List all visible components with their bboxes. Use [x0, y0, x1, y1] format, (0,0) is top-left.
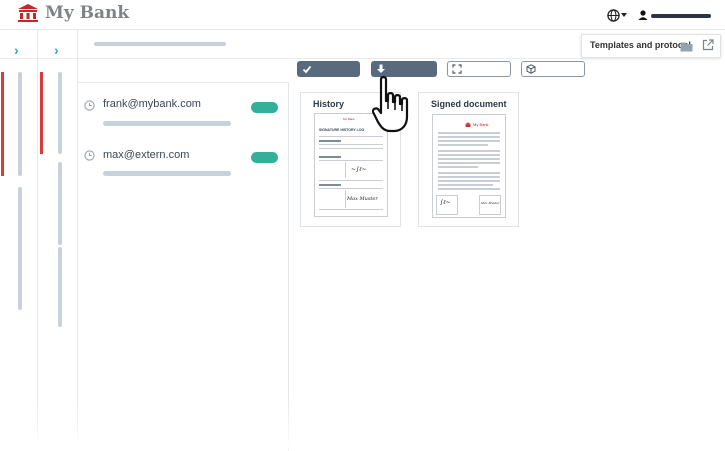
hand-pointer-icon: [372, 76, 409, 133]
signature-scribble: ∫ℓ~: [440, 199, 451, 206]
download-icon: [377, 64, 385, 73]
clock-icon: [84, 100, 95, 111]
document-title: History: [313, 99, 345, 109]
sidebar-item-placeholder[interactable]: [58, 72, 62, 154]
status-badge: [251, 102, 278, 113]
bank-logo-icon: [465, 122, 471, 127]
chevron-down-icon[interactable]: [621, 13, 627, 17]
signer-email: frank@mybank.com: [103, 98, 201, 110]
fullscreen-button[interactable]: [447, 61, 511, 77]
chevron-right-icon[interactable]: ›: [14, 42, 19, 58]
signature-scribble: ~∫ℓ~: [351, 166, 367, 173]
thumb-brand: My Bank: [473, 122, 489, 127]
signature-text: Max Muster: [347, 196, 378, 202]
approve-button[interactable]: [297, 61, 360, 77]
external-link-icon[interactable]: [702, 39, 714, 51]
sidebar-rail-primary: ›: [0, 30, 38, 450]
list-item[interactable]: max@extern.com: [78, 147, 283, 187]
sidebar-item-placeholder[interactable]: [18, 187, 22, 310]
sidebar-rail-secondary: ›: [38, 30, 78, 450]
templates-protocol-label: Templates and protocol: [590, 40, 691, 50]
sidebar-item-placeholder[interactable]: [58, 247, 62, 327]
divider: [78, 58, 583, 59]
signer-list: frank@mybank.com max@extern.com: [78, 82, 289, 451]
folder-icon[interactable]: [680, 41, 693, 52]
breadcrumb[interactable]: [94, 42, 226, 46]
app-header: My Bank: [0, 0, 725, 30]
rail-divider: [38, 58, 77, 59]
chevron-right-icon[interactable]: ›: [54, 42, 59, 58]
signer-email: max@extern.com: [103, 149, 190, 161]
templates-protocol-panel[interactable]: Templates and protocol: [581, 34, 721, 58]
list-item[interactable]: frank@mybank.com: [78, 97, 283, 137]
fullscreen-icon: [452, 64, 462, 74]
document-thumbnail: My Bank ∫ℓ~ Max Muster: [432, 114, 506, 218]
signer-detail-placeholder: [103, 121, 231, 126]
signer-detail-placeholder: [103, 171, 231, 176]
thumb-heading: SIGNATURE HISTORY LOG: [319, 128, 365, 132]
document-card-signed[interactable]: Signed document My Bank ∫ℓ~ Max Muster: [418, 92, 519, 227]
rail-divider: [0, 58, 37, 59]
user-icon[interactable]: [638, 10, 648, 20]
status-badge: [251, 152, 278, 163]
bank-logo-icon: [18, 4, 38, 22]
sidebar-item-placeholder[interactable]: [58, 162, 62, 245]
globe-icon[interactable]: [607, 9, 620, 22]
sidebar-item-placeholder[interactable]: [18, 72, 22, 176]
cube-icon: [526, 64, 536, 74]
package-button[interactable]: [521, 61, 585, 77]
check-icon: [302, 65, 312, 74]
signature-text: Max Muster: [481, 201, 500, 205]
active-marker: [40, 72, 43, 154]
user-name-placeholder[interactable]: [651, 14, 711, 18]
clock-icon: [84, 150, 95, 161]
thumb-brand: My Bank: [343, 117, 355, 121]
brand-name: My Bank: [45, 3, 130, 23]
active-marker: [1, 72, 4, 176]
document-title: Signed document: [431, 99, 507, 109]
